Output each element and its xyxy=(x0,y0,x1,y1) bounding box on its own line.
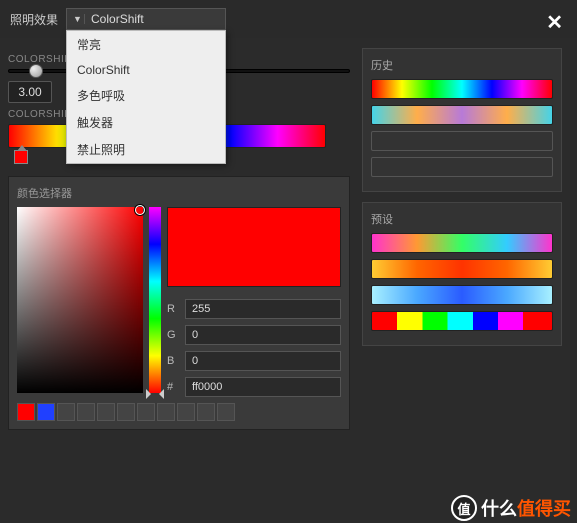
hue-slider[interactable] xyxy=(149,207,161,393)
history-slot-empty[interactable] xyxy=(371,157,553,177)
dropdown-item[interactable]: 禁止照明 xyxy=(67,136,225,163)
presets-title: 预设 xyxy=(371,211,553,227)
history-item[interactable] xyxy=(371,79,553,99)
preset-item[interactable] xyxy=(371,233,553,253)
color-swatch[interactable] xyxy=(17,403,35,421)
hue-thumb-icon[interactable] xyxy=(146,389,151,399)
history-item[interactable] xyxy=(371,105,553,125)
preset-item[interactable] xyxy=(371,311,553,331)
dropdown-item[interactable]: 多色呼吸 xyxy=(67,82,225,109)
sv-cursor-icon[interactable] xyxy=(135,205,145,215)
color-swatch[interactable] xyxy=(157,403,175,421)
history-slot-empty[interactable] xyxy=(371,131,553,151)
color-swatch[interactable] xyxy=(97,403,115,421)
sv-picker[interactable] xyxy=(17,207,143,393)
color-swatch[interactable] xyxy=(117,403,135,421)
gradient-stop[interactable] xyxy=(14,150,28,164)
watermark-icon: 值 xyxy=(451,495,477,521)
dropdown-item[interactable]: 常亮 xyxy=(67,31,225,58)
b-input[interactable] xyxy=(185,351,341,371)
color-swatch[interactable] xyxy=(57,403,75,421)
speed-value[interactable]: 3.00 xyxy=(8,81,52,103)
lighting-effect-label: 照明效果 xyxy=(10,11,58,28)
picker-title: 颜色选择器 xyxy=(17,185,341,201)
dropdown-selected: ColorShift xyxy=(91,12,144,26)
g-label: G xyxy=(167,329,179,341)
color-swatch[interactable] xyxy=(177,403,195,421)
chevron-down-icon: ▼ xyxy=(71,14,85,24)
r-label: R xyxy=(167,303,179,315)
b-label: B xyxy=(167,355,179,367)
history-section: 历史 xyxy=(362,48,562,192)
presets-section: 预设 xyxy=(362,202,562,346)
slider-thumb-icon[interactable] xyxy=(29,64,43,78)
preset-item[interactable] xyxy=(371,285,553,305)
hue-thumb-icon[interactable] xyxy=(159,389,164,399)
close-icon[interactable]: ✕ xyxy=(546,10,563,35)
color-swatch[interactable] xyxy=(197,403,215,421)
color-picker-panel: 颜色选择器 R G B # xyxy=(8,176,350,430)
dropdown-item[interactable]: ColorShift xyxy=(67,58,225,82)
preset-item[interactable] xyxy=(371,259,553,279)
color-swatch[interactable] xyxy=(217,403,235,421)
color-swatch[interactable] xyxy=(137,403,155,421)
watermark: 值 什么值得买 xyxy=(451,495,571,521)
color-swatch[interactable] xyxy=(37,403,55,421)
hex-input[interactable] xyxy=(185,377,341,397)
color-swatch[interactable] xyxy=(77,403,95,421)
r-input[interactable] xyxy=(185,299,341,319)
dropdown-item[interactable]: 触发器 xyxy=(67,109,225,136)
effect-dropdown[interactable]: ▼ ColorShift 常亮ColorShift多色呼吸触发器禁止照明 xyxy=(66,8,226,30)
history-title: 历史 xyxy=(371,57,553,73)
hex-label: # xyxy=(167,381,179,393)
g-input[interactable] xyxy=(185,325,341,345)
color-preview xyxy=(167,207,341,287)
